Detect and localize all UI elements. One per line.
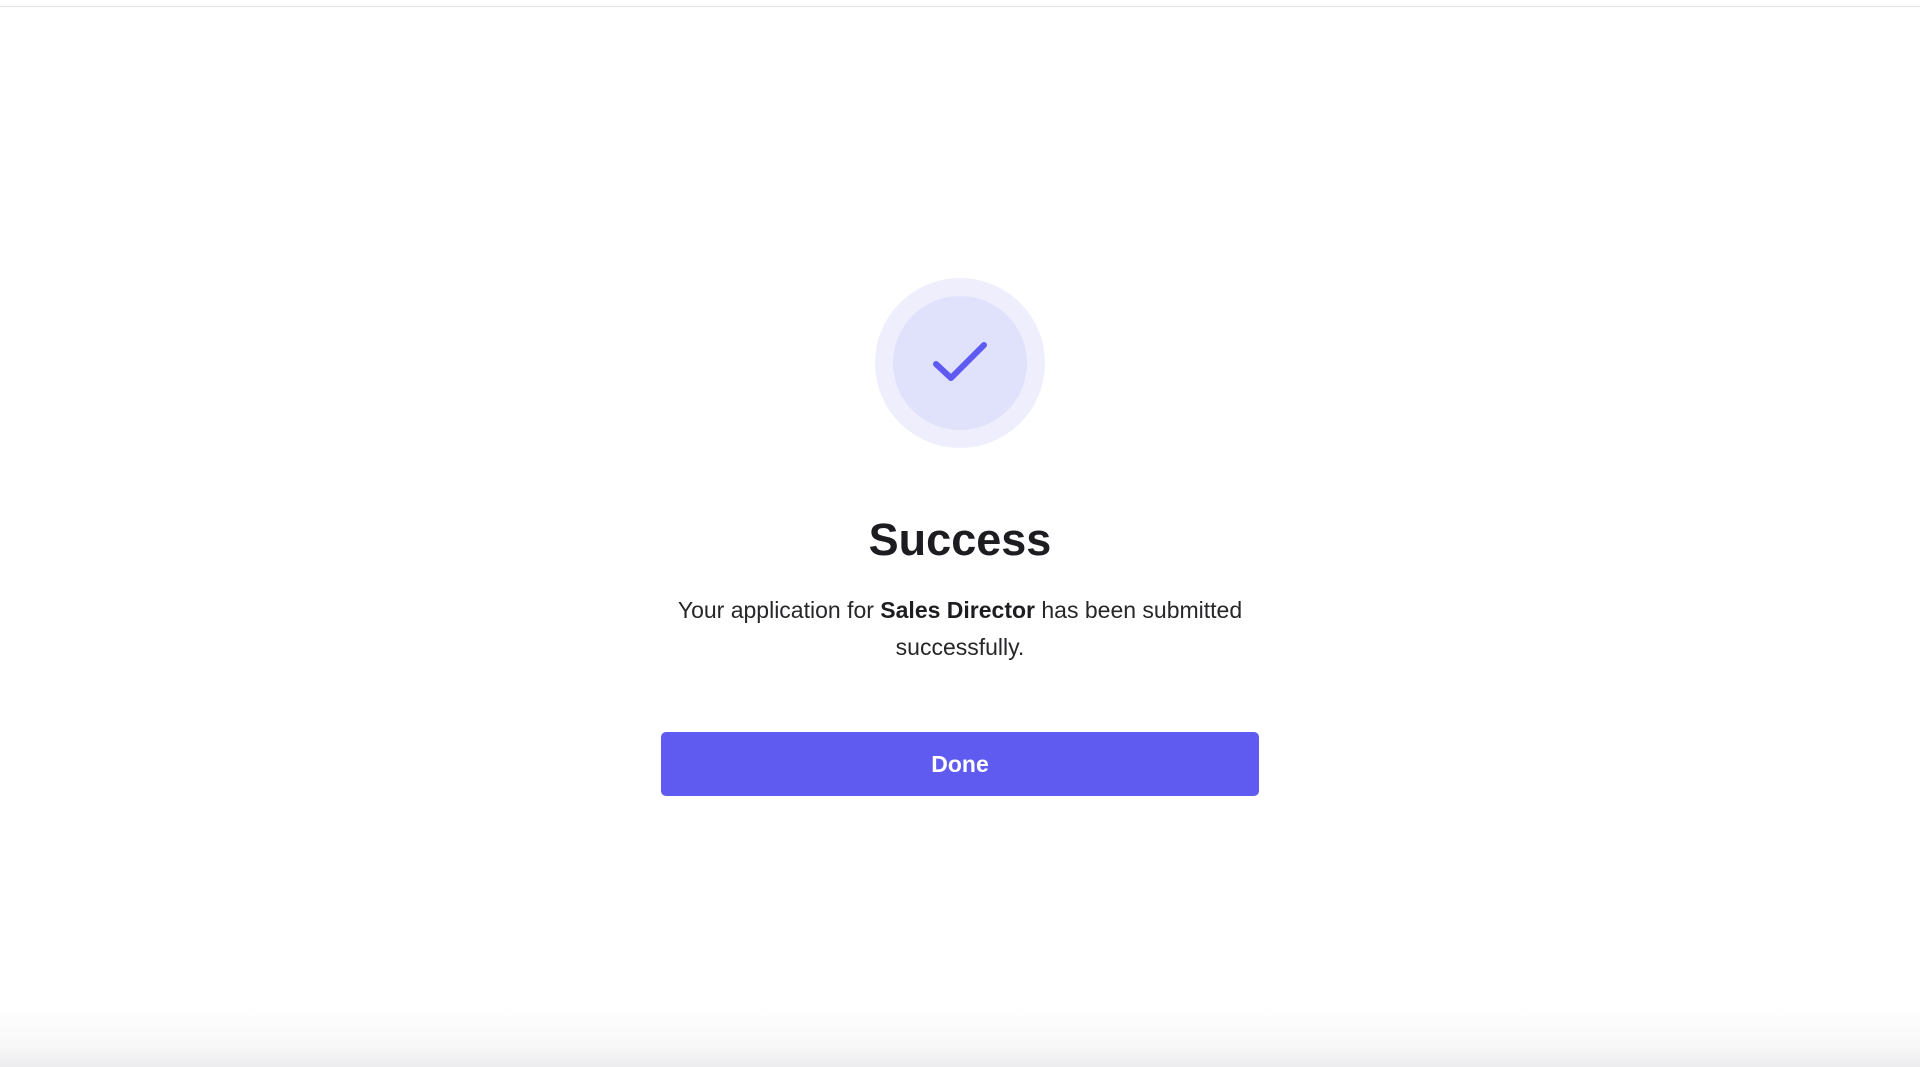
success-title: Success bbox=[868, 514, 1052, 565]
success-panel: Success Your application for Sales Direc… bbox=[0, 278, 1920, 796]
success-message: Your application for Sales Director has … bbox=[650, 592, 1270, 666]
top-divider bbox=[0, 6, 1920, 7]
bottom-shadow bbox=[0, 1005, 1920, 1067]
success-badge-inner bbox=[893, 296, 1027, 430]
position-name: Sales Director bbox=[880, 597, 1035, 623]
done-button[interactable]: Done bbox=[661, 732, 1259, 796]
message-prefix: Your application for bbox=[677, 597, 881, 623]
success-badge bbox=[875, 278, 1045, 448]
checkmark-icon bbox=[933, 342, 987, 381]
